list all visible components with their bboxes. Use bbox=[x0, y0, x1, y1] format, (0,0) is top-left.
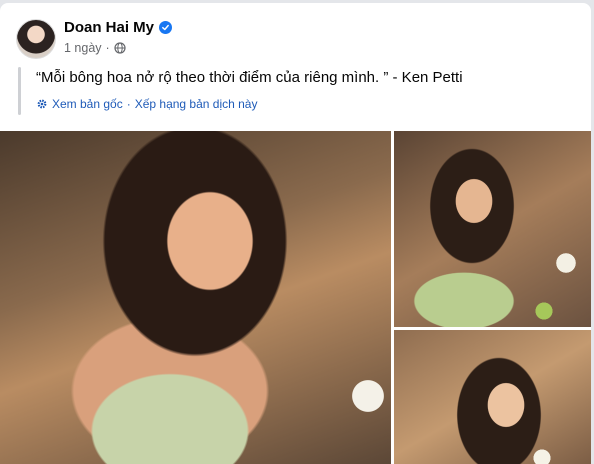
post-card: Doan Hai My 1 ngày · “Mỗi bông hoa nở rộ… bbox=[0, 3, 591, 464]
photo-bottom-right[interactable] bbox=[394, 330, 591, 464]
post-timestamp[interactable]: 1 ngày bbox=[64, 41, 102, 55]
author-name[interactable]: Doan Hai My bbox=[64, 19, 154, 36]
globe-icon[interactable] bbox=[114, 42, 126, 54]
quote-bar bbox=[18, 67, 21, 115]
rate-translation-link[interactable]: Xếp hạng bản dịch này bbox=[135, 97, 258, 111]
post-meta: 1 ngày · bbox=[64, 41, 126, 55]
gear-icon[interactable] bbox=[36, 98, 48, 110]
translation-row: Xem bản gốc · Xếp hạng bản dịch này bbox=[36, 97, 257, 111]
author-name-row: Doan Hai My bbox=[64, 19, 173, 36]
verified-badge-icon bbox=[159, 21, 173, 34]
photo-top-right[interactable] bbox=[394, 131, 591, 327]
view-original-link[interactable]: Xem bản gốc bbox=[52, 97, 123, 111]
meta-separator: · bbox=[105, 41, 110, 55]
translation-separator: · bbox=[126, 97, 131, 111]
photo-main[interactable] bbox=[0, 131, 391, 464]
author-avatar[interactable] bbox=[16, 19, 56, 59]
post-text: “Mỗi bông hoa nở rộ theo thời điểm của r… bbox=[36, 69, 463, 86]
